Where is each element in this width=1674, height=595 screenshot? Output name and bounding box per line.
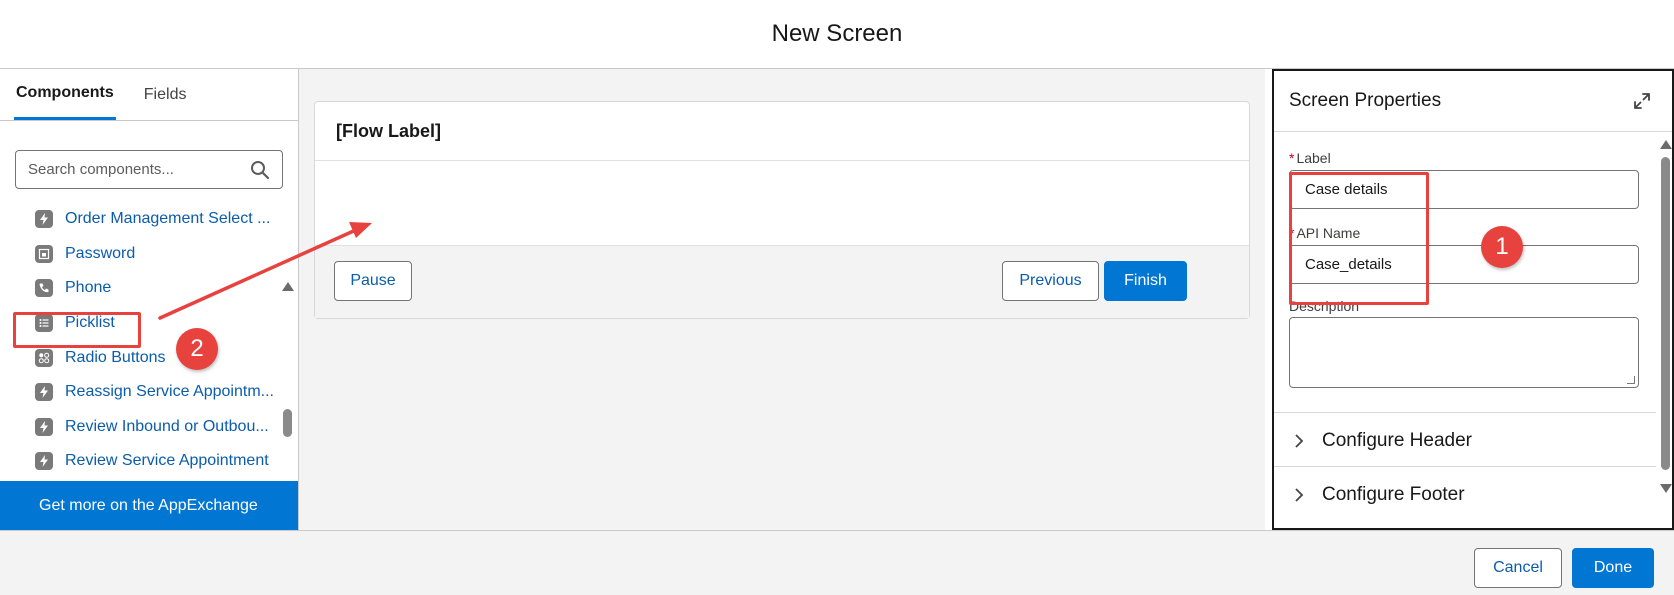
- section-label: Configure Footer: [1322, 483, 1465, 505]
- component-search: [15, 150, 283, 189]
- description-textarea[interactable]: [1289, 317, 1639, 388]
- picklist-highlight-box: [13, 312, 141, 348]
- properties-title: Screen Properties: [1289, 90, 1442, 111]
- component-list-scrollbar[interactable]: [280, 200, 294, 539]
- done-button[interactable]: Done: [1572, 548, 1654, 588]
- flow-label: [Flow Label]: [315, 102, 1249, 161]
- component-password[interactable]: Password: [35, 239, 135, 269]
- modal-title: New Screen: [771, 20, 903, 47]
- panel-tabs: Components Fields: [0, 69, 298, 121]
- configure-footer-section[interactable]: Configure Footer: [1274, 466, 1656, 522]
- tab-fields[interactable]: Fields: [142, 69, 189, 120]
- properties-scrollbar[interactable]: [1659, 132, 1672, 528]
- step-2-marker: 2: [176, 328, 218, 370]
- chevron-right-icon: [1295, 433, 1304, 448]
- component-phone[interactable]: Phone: [35, 273, 111, 303]
- previous-button[interactable]: Previous: [1002, 261, 1099, 301]
- appexchange-link[interactable]: Get more on the AppExchange: [0, 481, 298, 530]
- required-marker: *: [1289, 150, 1295, 166]
- component-review-inbound-outbound[interactable]: Review Inbound or Outbou...: [35, 412, 269, 442]
- lightning-icon: [35, 418, 53, 436]
- resize-handle-icon[interactable]: [1627, 376, 1635, 384]
- step-1-marker: 1: [1481, 226, 1523, 268]
- scroll-thumb[interactable]: [1661, 157, 1670, 470]
- properties-header: Screen Properties: [1274, 71, 1672, 132]
- component-review-service-appointment[interactable]: Review Service Appointment: [35, 446, 269, 476]
- label-field-label: * Label: [1289, 150, 1331, 166]
- modal-footer: Cancel Done: [0, 530, 1674, 595]
- password-icon: [35, 245, 53, 263]
- expand-icon[interactable]: [1632, 91, 1652, 111]
- modal-header: New Screen: [0, 0, 1674, 69]
- scroll-up-arrow-icon[interactable]: [282, 282, 294, 291]
- screen-preview[interactable]: [Flow Label] Pause Previous Finish: [314, 101, 1250, 319]
- pause-button[interactable]: Pause: [334, 261, 412, 301]
- components-panel: Components Fields Order Management Selec…: [0, 69, 299, 539]
- component-label: Review Service Appointment: [65, 452, 269, 469]
- scroll-thumb[interactable]: [283, 409, 292, 437]
- tab-components[interactable]: Components: [14, 69, 116, 120]
- phone-icon: [35, 279, 53, 297]
- screen-canvas: [Flow Label] Pause Previous Finish: [299, 69, 1265, 530]
- component-label: Order Management Select ...: [65, 210, 271, 227]
- component-order-management[interactable]: Order Management Select ...: [35, 204, 270, 234]
- component-label: Phone: [65, 279, 112, 296]
- screen-footer: Pause Previous Finish: [315, 246, 1249, 318]
- component-label: Password: [65, 245, 136, 262]
- lightning-icon: [35, 452, 53, 470]
- chevron-right-icon: [1295, 487, 1304, 502]
- search-input[interactable]: [28, 161, 250, 178]
- component-label: Radio Buttons: [65, 349, 166, 366]
- search-icon[interactable]: [250, 160, 270, 180]
- radio-buttons-icon: [35, 349, 53, 367]
- scroll-up-arrow-icon[interactable]: [1660, 140, 1672, 149]
- section-label: Configure Header: [1322, 429, 1472, 451]
- lightning-icon: [35, 210, 53, 228]
- component-label: Reassign Service Appointm...: [65, 383, 274, 400]
- cancel-button[interactable]: Cancel: [1474, 548, 1562, 588]
- finish-button[interactable]: Finish: [1104, 261, 1187, 301]
- configure-header-section[interactable]: Configure Header: [1274, 412, 1656, 468]
- component-label: Review Inbound or Outbou...: [65, 418, 269, 435]
- screen-body-dropzone[interactable]: [315, 161, 1249, 246]
- component-reassign-service-appointment[interactable]: Reassign Service Appointm...: [35, 377, 274, 407]
- label-api-highlight-box: [1289, 172, 1429, 305]
- scroll-down-arrow-icon[interactable]: [1660, 484, 1672, 493]
- lightning-icon: [35, 383, 53, 401]
